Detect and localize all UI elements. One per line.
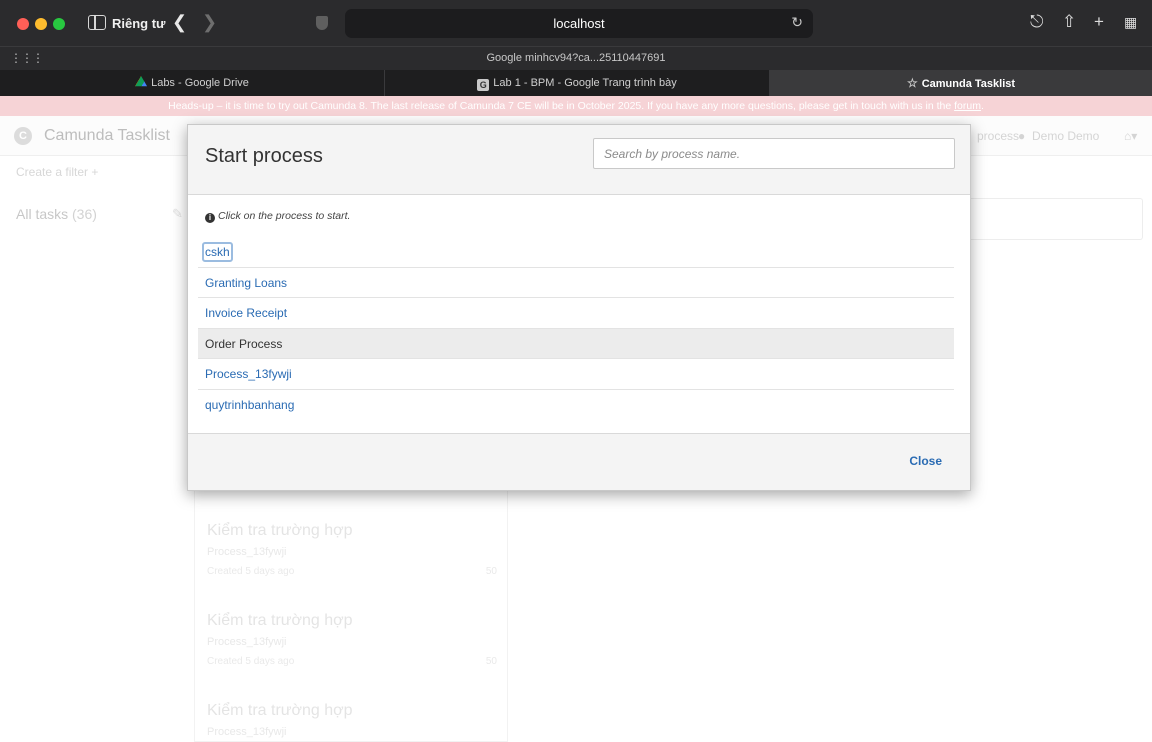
modal-title: Start process [205, 145, 323, 167]
tab-overview-icon[interactable]: ▦ [1124, 14, 1137, 31]
address-text[interactable]: localhost [345, 16, 813, 31]
star-icon: ☆ [906, 76, 918, 90]
download-icon[interactable]: ⎋ [1030, 12, 1043, 32]
address-bar[interactable]: localhost ↻ [345, 9, 813, 38]
forward-arrow-icon[interactable]: ❯ [202, 12, 217, 33]
start-process-modal: Start process iClick on the process to s… [187, 124, 971, 491]
minimize-window-button[interactable] [35, 18, 47, 30]
forum-link[interactable]: forum [954, 100, 981, 112]
process-search-input[interactable] [593, 138, 955, 169]
browser-titlebar: Riêng tư ❮ ❯ localhost ↻ ⎋ ⇧ + ▦ [0, 0, 1152, 46]
google-drive-icon [135, 76, 148, 87]
process-item-granting-loans[interactable]: Granting Loans [198, 268, 954, 299]
process-list: cskh Granting Loans Invoice Receipt Orde… [198, 237, 954, 421]
banner-text: Heads-up – it is time to try out Camunda… [168, 100, 955, 112]
share-icon[interactable]: ⇧ [1062, 12, 1076, 32]
process-item-cskh[interactable]: cskh [198, 237, 954, 268]
close-window-button[interactable] [17, 18, 29, 30]
tab-google-drive[interactable]: Labs - Google Drive [0, 70, 385, 96]
google-g-icon: G [477, 79, 490, 91]
process-item-process-13fywji[interactable]: Process_13fywji [198, 359, 954, 390]
maximize-window-button[interactable] [53, 18, 65, 30]
reload-icon[interactable]: ↻ [791, 14, 803, 31]
tab-label: Lab 1 - BPM - Google Trang trình bày [493, 77, 677, 89]
process-item-quytrinhbanhang[interactable]: quytrinhbanhang [198, 390, 954, 421]
info-icon: i [205, 213, 215, 223]
process-item-invoice-receipt[interactable]: Invoice Receipt [198, 298, 954, 329]
modal-header: Start process [188, 125, 970, 195]
private-mode-label[interactable]: Riêng tư [112, 16, 165, 31]
tab-label: Labs - Google Drive [151, 77, 249, 89]
camunda-8-banner: Heads-up – it is time to try out Camunda… [0, 96, 1152, 116]
tab-bar: Labs - Google Drive G Lab 1 - BPM - Googl… [0, 70, 1152, 96]
sidebar-toggle-icon[interactable] [88, 15, 106, 30]
process-label[interactable]: cskh [202, 242, 233, 262]
close-button[interactable]: Close [909, 454, 942, 468]
privacy-shield-icon[interactable] [316, 16, 328, 30]
back-arrow-icon[interactable]: ❮ [172, 12, 187, 33]
tab-label: Camunda Tasklist [921, 78, 1016, 90]
site-hint: Google minhcv94?ca...25110447691 [486, 52, 666, 64]
banner-end: . [980, 100, 984, 112]
new-tab-icon[interactable]: + [1094, 12, 1104, 32]
modal-footer: Close [188, 433, 970, 490]
process-item-order-process[interactable]: Order Process [198, 328, 954, 360]
start-hint: i Click on the process to start. [205, 210, 350, 223]
favorites-bar: ⋮⋮⋮ Google minhcv94?ca...25110447691 [0, 46, 1152, 70]
hint-text: Click on the process to start. [218, 210, 351, 222]
tab-google-slides[interactable]: G Lab 1 - BPM - Google Trang trình bày [385, 70, 770, 96]
tab-camunda-tasklist[interactable]: ☆ Camunda Tasklist [770, 70, 1152, 96]
